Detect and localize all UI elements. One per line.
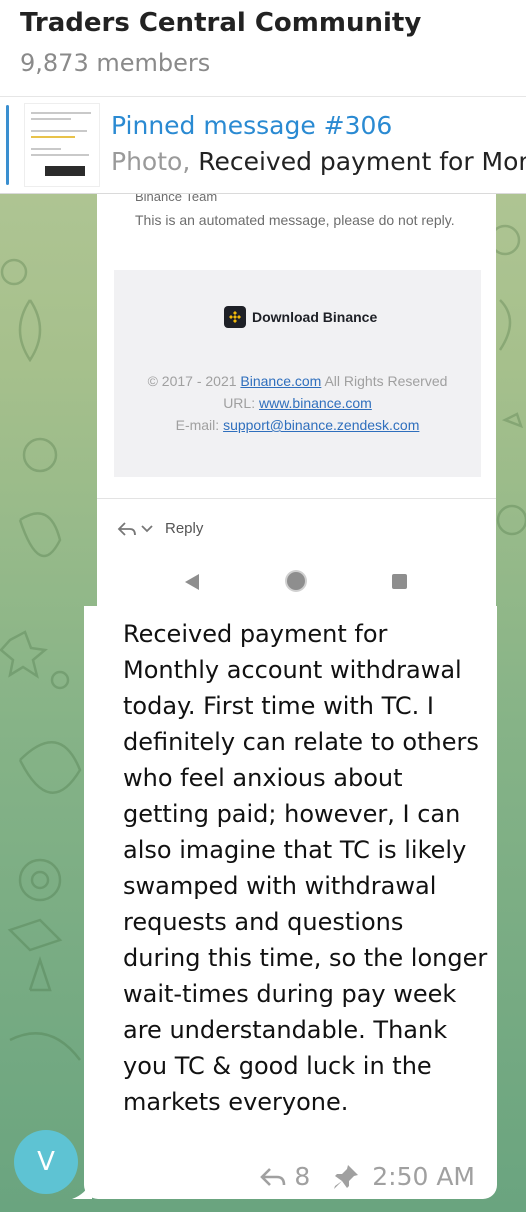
- message-time: 2:50 AM: [372, 1162, 475, 1191]
- reply-arrow-icon: [117, 521, 136, 536]
- reply-count: 8: [294, 1162, 311, 1191]
- pinned-media-type: Photo,: [111, 147, 191, 176]
- email-auto-message: This is an automated message, please do …: [135, 212, 455, 228]
- divider: [97, 498, 496, 499]
- message-meta: 8 2:50 AM: [260, 1162, 475, 1191]
- nav-back-icon: [185, 574, 199, 590]
- member-count: 9,873 members: [20, 49, 211, 77]
- chat-title: Traders Central Community: [20, 8, 422, 38]
- nav-home-icon: [287, 572, 305, 590]
- thumb-line: [31, 154, 89, 156]
- binance-link: Binance.com: [240, 373, 322, 389]
- download-label: Download Binance: [252, 309, 378, 325]
- email-line: E-mail: support@binance.zendesk.com: [114, 417, 481, 433]
- thumb-line: [31, 112, 91, 114]
- download-binance-button: Download Binance: [224, 306, 377, 328]
- message-photo[interactable]: Binance Team This is an automated messag…: [97, 194, 496, 606]
- thumb-line: [31, 118, 71, 120]
- message-bubble[interactable]: Received payment for Monthly account wit…: [84, 606, 497, 1199]
- copyright-line: © 2017 - 2021 Binance.com All Rights Res…: [114, 373, 481, 389]
- avatar[interactable]: V: [14, 1130, 78, 1194]
- email-link: support@binance.zendesk.com: [223, 417, 420, 433]
- reply-arrow-icon[interactable]: [260, 1167, 286, 1187]
- thumb-line: [31, 148, 61, 150]
- pinned-message-bar[interactable]: Pinned message #306 Photo, Received paym…: [0, 96, 526, 194]
- email-reply-label: Reply: [165, 520, 204, 537]
- android-nav-bar: [97, 568, 496, 594]
- pin-icon: [334, 1164, 359, 1189]
- thumb-line: [31, 136, 75, 138]
- url-link: www.binance.com: [258, 395, 372, 411]
- thumb-line: [31, 130, 87, 132]
- email-reply-row: Reply: [117, 520, 203, 537]
- copyright-prefix: © 2017 - 2021: [147, 373, 241, 389]
- pinned-thumbnail: [24, 103, 100, 187]
- url-label: URL:: [223, 395, 259, 411]
- copyright-suffix: All Rights Reserved: [321, 373, 448, 389]
- pinned-preview: Photo, Received payment for Monthly acco…: [111, 147, 526, 176]
- chat-header[interactable]: Traders Central Community 9,873 members: [0, 0, 526, 96]
- pinned-preview-text: Received payment for Monthly account wit…: [198, 147, 526, 176]
- pinned-title: Pinned message #306: [111, 111, 393, 140]
- chevron-down-icon: [141, 524, 153, 532]
- pinned-indicator: [6, 105, 9, 185]
- binance-logo-icon: [224, 306, 246, 328]
- thumb-button: [45, 166, 85, 176]
- email-label: E-mail:: [175, 417, 224, 433]
- email-footer: Download Binance © 2017 - 2021 Binance.c…: [114, 270, 481, 477]
- email-team-line: Binance Team: [135, 194, 218, 204]
- message-text: Received payment for Monthly account wit…: [123, 620, 488, 1116]
- nav-recent-icon: [392, 574, 407, 589]
- url-line: URL: www.binance.com: [114, 395, 481, 411]
